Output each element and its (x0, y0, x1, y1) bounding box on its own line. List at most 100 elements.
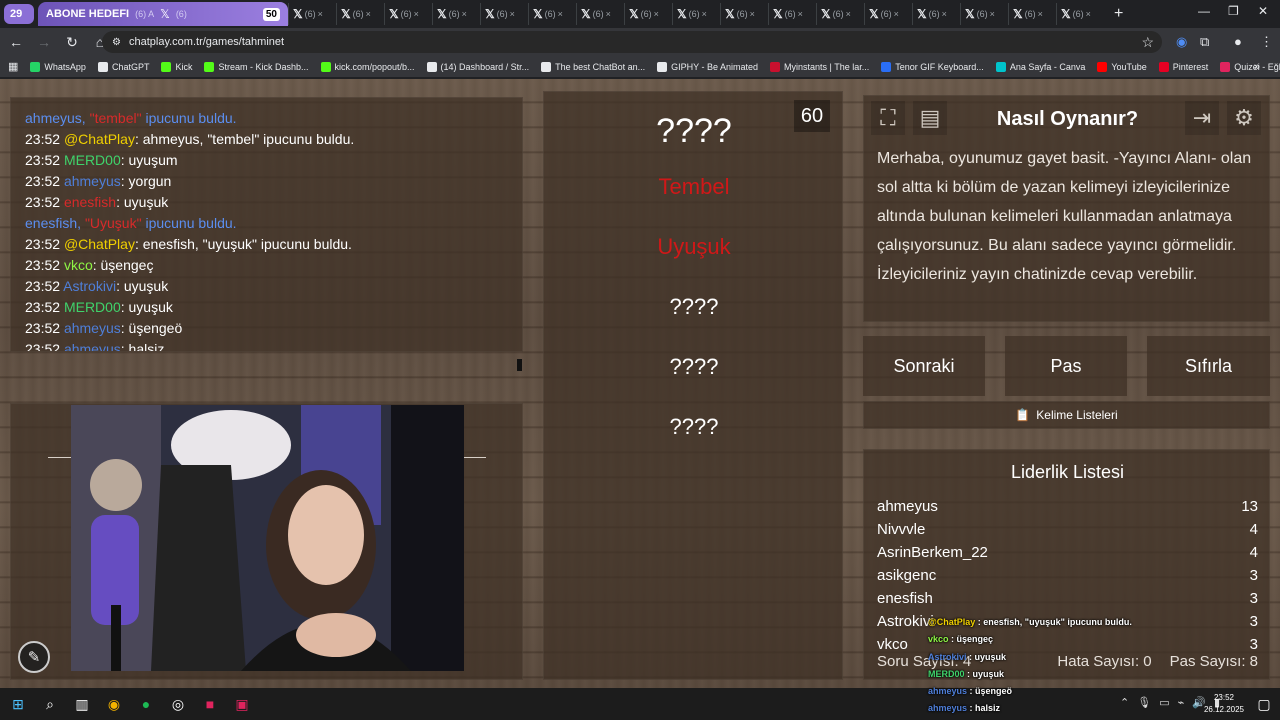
app-icon-red[interactable]: ■ (194, 688, 226, 720)
chat-username[interactable]: ahmeyus (64, 341, 121, 351)
tab-close-icon[interactable]: × (750, 9, 755, 19)
tab-close-icon[interactable]: × (1038, 9, 1043, 19)
site-info-icon[interactable]: ⚙ (112, 37, 121, 48)
back-icon[interactable]: ← (4, 34, 28, 50)
tab-item[interactable]: 𝕏 (6) × (1056, 3, 1104, 25)
tab-close-icon[interactable]: × (606, 9, 611, 19)
bookmark-item[interactable]: Myinstants | The lar... (770, 61, 869, 72)
search-icon[interactable]: ⌕ (34, 688, 66, 720)
extension-icon[interactable]: ◉ (1176, 34, 1187, 50)
tab-item[interactable]: 𝕏 (6) × (912, 3, 960, 25)
tab-item[interactable]: 𝕏 (6) × (528, 3, 576, 25)
tab-active[interactable]: ABONE HEDEFI (6) A 𝕏 (6) 50 (38, 2, 288, 26)
chat-username[interactable]: enesfish (64, 194, 116, 210)
bookmark-item[interactable]: kick.com/popout/b... (320, 61, 415, 72)
tab-close-icon[interactable]: × (990, 9, 995, 19)
chat-system-message: enesfish, "Uyuşuk" ipucunu buldu. (25, 213, 508, 234)
tab-item[interactable]: 𝕏 (6) × (576, 3, 624, 25)
more-menu-icon[interactable]: ⋮ (1260, 34, 1273, 50)
chat-username[interactable]: @ChatPlay (64, 236, 135, 252)
tab-close-icon[interactable]: × (798, 9, 803, 19)
bookmark-item[interactable]: GIPHY - Be Animated (657, 61, 758, 72)
tab-close-icon[interactable]: × (942, 9, 947, 19)
tab-close-icon[interactable]: × (558, 9, 563, 19)
bookmark-item[interactable]: YouTube (1097, 61, 1147, 72)
bookmark-item[interactable]: Quizei - Eğlenceli ve... (1220, 61, 1280, 72)
bookmark-item[interactable]: The best ChatBot an... (541, 61, 645, 72)
tab-item[interactable]: 𝕏 (6) × (288, 3, 336, 25)
chat-scrollbar[interactable] (517, 359, 522, 371)
chat-username[interactable]: @ChatPlay (64, 131, 135, 147)
chat-username[interactable]: MERD00 (64, 299, 121, 315)
pencil-icon[interactable]: ✎ (18, 641, 50, 673)
chat-username[interactable]: Astrokivi (63, 278, 116, 294)
clock[interactable]: 23:52 26.12.2025 (1204, 692, 1244, 716)
tab-count-badge[interactable]: 29 (4, 4, 34, 24)
tab-item[interactable]: 𝕏 (6) × (768, 3, 816, 25)
settings-gear-icon[interactable]: ⚙ (1227, 101, 1261, 135)
leaderboard-score: 4 (1249, 521, 1258, 538)
task-view-icon[interactable]: ▥ (66, 688, 98, 720)
close-icon[interactable]: ✕ (1258, 4, 1268, 18)
bookmark-item[interactable]: Stream - Kick Dashb... (204, 61, 309, 72)
tab-close-icon[interactable]: × (654, 9, 659, 19)
tab-item[interactable]: 𝕏 (6) × (816, 3, 864, 25)
chat-message: 23:52 ahmeyus: halsiz (25, 339, 508, 351)
tab-close-icon[interactable]: × (510, 9, 515, 19)
tab-close-icon[interactable]: × (318, 9, 323, 19)
pass-button[interactable]: Pas (1005, 336, 1127, 396)
tab-close-icon[interactable]: × (846, 9, 851, 19)
tab-close-icon[interactable]: × (1086, 9, 1091, 19)
notification-icon[interactable]: ▢ (1248, 688, 1280, 720)
profile-avatar[interactable]: ● (1234, 34, 1242, 49)
tab-close-icon[interactable]: × (462, 9, 467, 19)
extensions-puzzle-icon[interactable]: ⧉ (1200, 34, 1209, 50)
new-tab-button[interactable]: + (1114, 5, 1123, 23)
chat-username[interactable]: MERD00 (64, 152, 121, 168)
app-icon-pink[interactable]: ▣ (226, 688, 258, 720)
tab-item[interactable]: 𝕏 (6) × (864, 3, 912, 25)
bookmark-item[interactable]: Ana Sayfa - Canva (995, 61, 1085, 72)
obs-icon[interactable]: ◎ (162, 688, 194, 720)
bookmark-favicon-icon (161, 61, 172, 72)
minimize-icon[interactable]: — (1198, 4, 1210, 18)
tab-close-icon[interactable]: × (366, 9, 371, 19)
tab-subtitle-2: (6) (175, 9, 187, 19)
chat-username[interactable]: ahmeyus (64, 320, 121, 336)
tab-close-icon[interactable]: × (702, 9, 707, 19)
chat-username[interactable]: vkco (64, 257, 93, 273)
spotify-icon[interactable]: ● (130, 688, 162, 720)
tab-item[interactable]: 𝕏 (6) × (960, 3, 1008, 25)
next-button[interactable]: Sonraki (863, 336, 985, 396)
reload-icon[interactable]: ↻ (60, 34, 84, 51)
bookmark-item[interactable]: ChatGPT (97, 61, 149, 72)
bookmark-item[interactable]: Pinterest (1158, 61, 1208, 72)
bookmark-item[interactable]: WhatsApp (30, 61, 86, 72)
tab-item[interactable]: 𝕏 (6) × (672, 3, 720, 25)
maximize-icon[interactable]: ❐ (1228, 4, 1239, 18)
tab-item[interactable]: 𝕏 (6) × (624, 3, 672, 25)
apps-grid-icon[interactable]: ▦ (8, 60, 18, 73)
bookmarks-overflow-icon[interactable]: » (1254, 61, 1260, 73)
forward-icon[interactable]: → (32, 34, 56, 50)
bookmark-item[interactable]: (14) Dashboard / Str... (426, 61, 529, 72)
logout-icon[interactable]: ⇥ (1185, 101, 1219, 135)
bookmark-item[interactable]: Tenor GIF Keyboard... (881, 61, 984, 72)
bookmark-item[interactable]: Kick (161, 61, 192, 72)
tab-item[interactable]: 𝕏 (6) × (336, 3, 384, 25)
chrome-icon[interactable]: ◉ (98, 688, 130, 720)
x-logo-icon: 𝕏 (533, 7, 543, 21)
tab-item[interactable]: 𝕏 (6) × (432, 3, 480, 25)
tab-item[interactable]: 𝕏 (6) × (480, 3, 528, 25)
tab-close-icon[interactable]: × (414, 9, 419, 19)
word-lists-button[interactable]: 📋 Kelime Listeleri (863, 401, 1270, 429)
tab-item[interactable]: 𝕏 (6) × (1008, 3, 1056, 25)
reset-button[interactable]: Sıfırla (1147, 336, 1270, 396)
bookmark-star-icon[interactable]: ☆ (1141, 34, 1154, 51)
tab-item[interactable]: 𝕏 (6) × (720, 3, 768, 25)
chat-username[interactable]: ahmeyus (64, 173, 121, 189)
windows-start-icon[interactable]: ⊞ (2, 688, 34, 720)
tab-item[interactable]: 𝕏 (6) × (384, 3, 432, 25)
address-bar[interactable]: ⚙ chatplay.com.tr/games/tahminet ☆ (102, 31, 1162, 53)
tab-close-icon[interactable]: × (894, 9, 899, 19)
